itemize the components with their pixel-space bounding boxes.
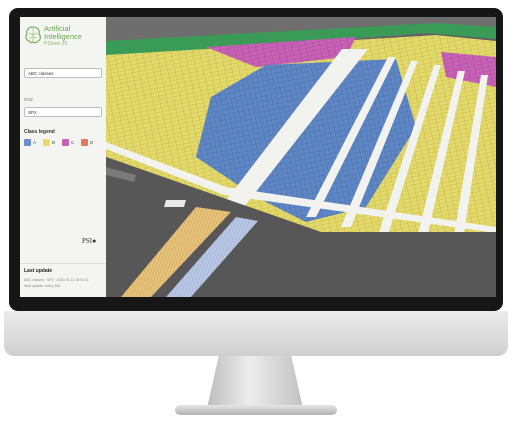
- logo-title-line2: Intelligence: [44, 32, 82, 41]
- last-update-line2: Next update: every 24h: [24, 284, 61, 288]
- grid-field-label: Grid: [24, 97, 33, 102]
- warehouse-3d-map[interactable]: [106, 17, 496, 297]
- logo-subtitle: PSIneo 25: [44, 41, 68, 47]
- last-update-panel: Last update ABC classes · SP2 · 2020-01-…: [20, 263, 106, 297]
- legend-title: Class legend: [24, 129, 55, 135]
- class-legend: A B C D: [24, 139, 104, 147]
- class-selector[interactable]: ABC classes: [24, 68, 102, 78]
- sidebar: Artificial Intelligence PSIneo 25 ABC cl…: [20, 17, 107, 297]
- legend-label-b: B: [52, 140, 56, 145]
- legend-swatch-a: [24, 139, 31, 146]
- last-update-title: Last update: [24, 268, 53, 274]
- brain-logo-icon: [25, 26, 42, 44]
- grid-selector[interactable]: SP2: [24, 107, 102, 117]
- app-screen: Artificial Intelligence PSIneo 25 ABC cl…: [20, 17, 496, 297]
- legend-swatch-d: [81, 139, 88, 146]
- legend-label-a: A: [33, 140, 37, 145]
- dock-structure: [164, 200, 186, 207]
- legend-label-d: D: [90, 140, 94, 145]
- monitor-chin: [4, 311, 508, 356]
- app-logo: Artificial Intelligence PSIneo 25: [24, 23, 104, 59]
- partner-logo: PSI●: [82, 237, 97, 245]
- legend-swatch-b: [43, 139, 50, 146]
- monitor-base: [175, 405, 337, 415]
- legend-label-c: C: [71, 140, 75, 145]
- last-update-line1: ABC classes · SP2 · 2020-01-11 18:00:11: [24, 278, 89, 282]
- monitor-stand: [206, 356, 304, 410]
- legend-swatch-c: [62, 139, 69, 146]
